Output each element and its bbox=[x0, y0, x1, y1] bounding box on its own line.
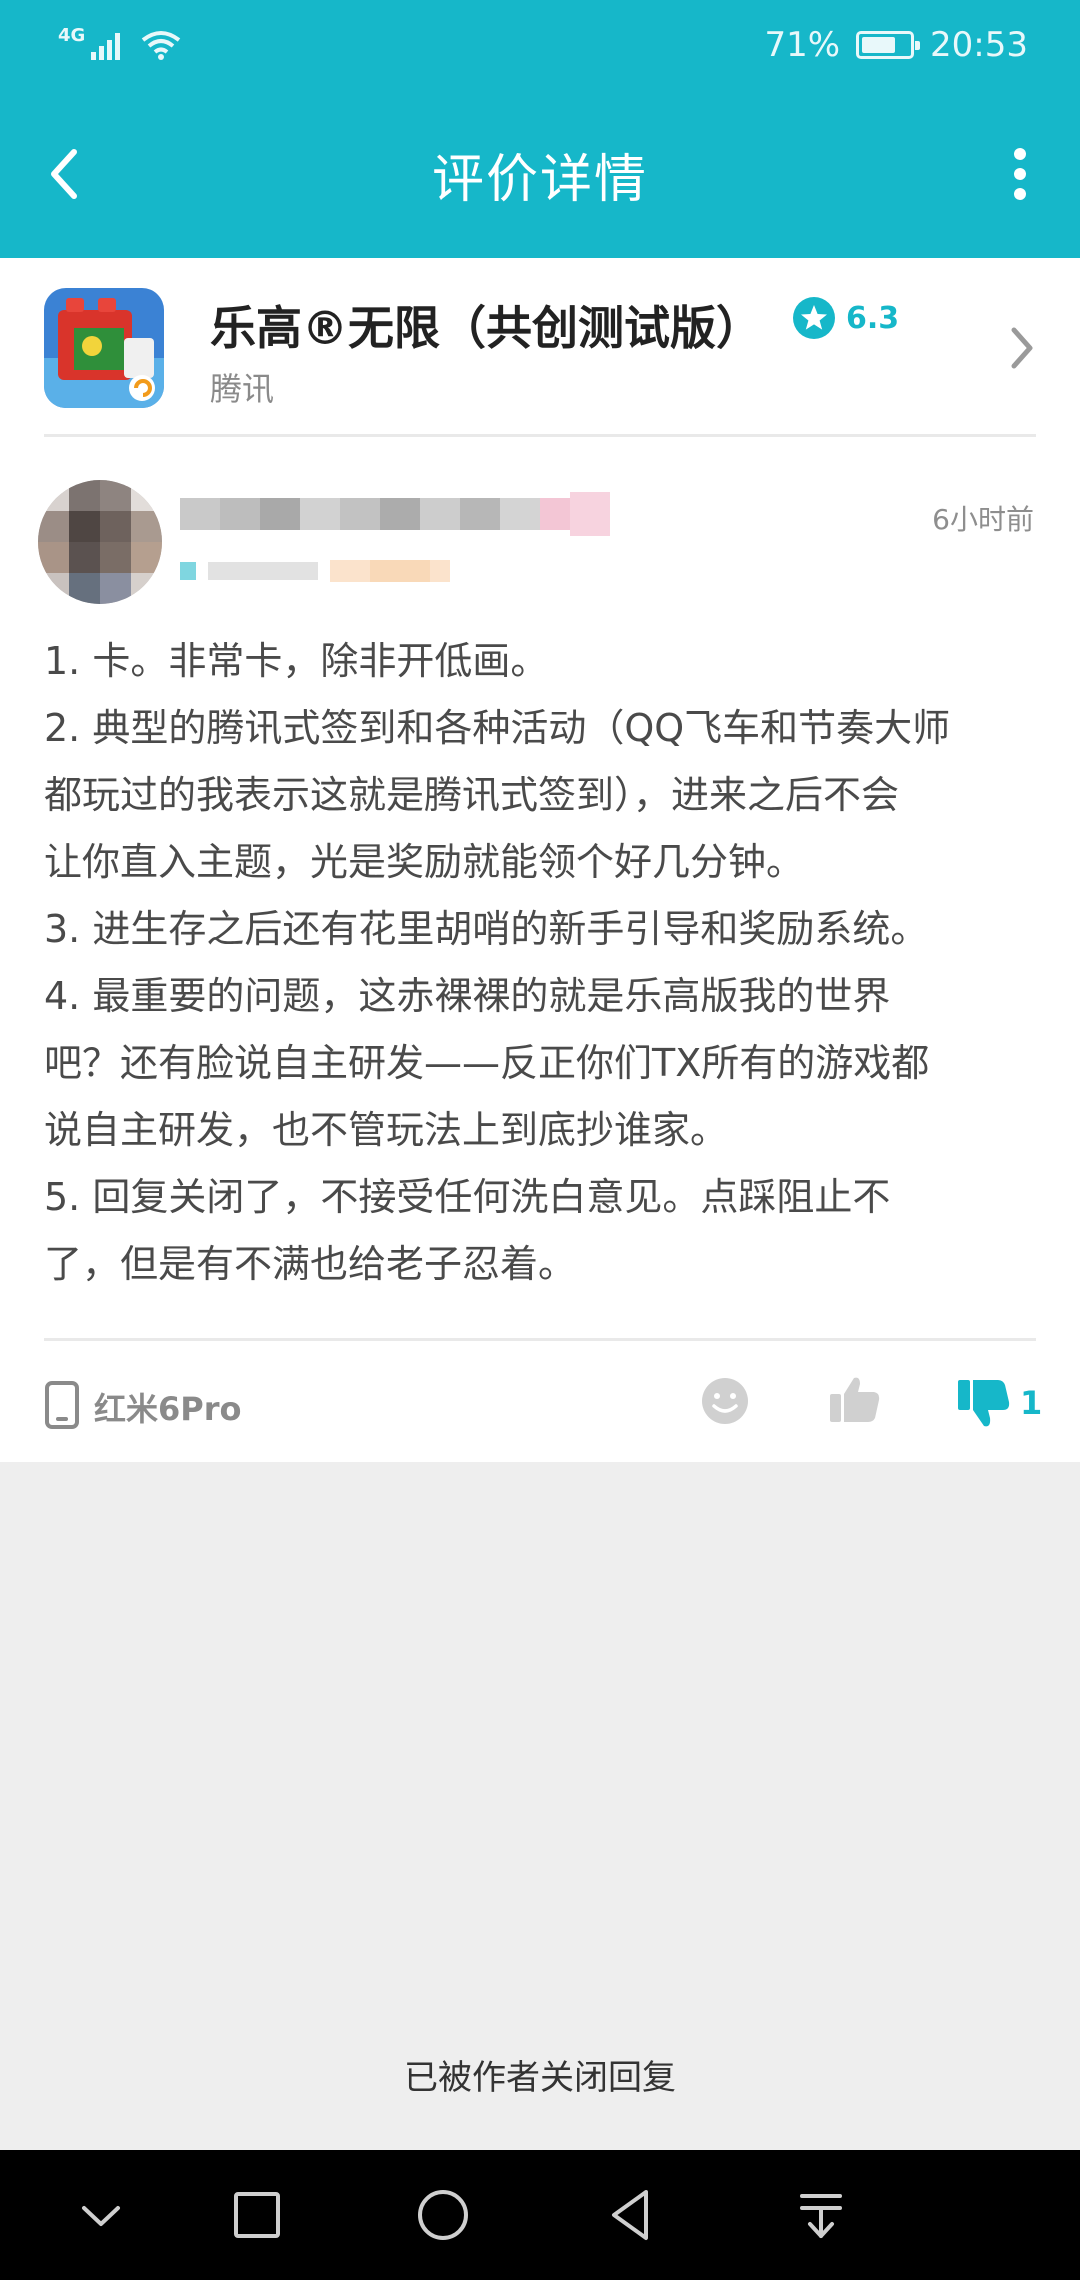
dislike-count: 1 bbox=[1020, 1384, 1043, 1422]
clock: 20:53 bbox=[930, 25, 1028, 65]
replies-closed-notice: 已被作者关闭回复 bbox=[404, 2058, 676, 2098]
status-right: 71% 20:53 bbox=[764, 25, 1028, 65]
review-line: 3. 进生存之后还有花里胡哨的新手引导和奖励系统。 bbox=[44, 907, 929, 951]
review-body: 1. 卡。非常卡，除非开低画。 2. 典型的腾讯式签到和各种活动（QQ飞车和节奏… bbox=[44, 628, 1044, 1298]
thumbs-down-icon[interactable] bbox=[956, 1376, 1012, 1432]
phone-icon bbox=[45, 1381, 79, 1429]
more-vertical-icon[interactable] bbox=[990, 138, 1050, 208]
reviewer-meta-blurred bbox=[180, 560, 450, 582]
back-icon[interactable] bbox=[596, 2180, 666, 2250]
system-nav-bar bbox=[0, 2150, 1080, 2280]
thumbs-up-icon[interactable] bbox=[828, 1372, 882, 1426]
review-card: 乐高®无限（共创测试版） 6.3 腾讯 6小时前 1. 卡。非常卡，除非开低画。… bbox=[0, 258, 1080, 1462]
recent-apps-icon[interactable] bbox=[222, 2180, 292, 2250]
review-line: 5. 回复关闭了，不接受任何洗白意见。点踩阻止不 bbox=[44, 1175, 891, 1219]
review-line: 了，但是有不满也给老子忍着。 bbox=[44, 1242, 577, 1286]
app-rating: 6.3 bbox=[792, 296, 899, 340]
status-bar: 4G 71% 20:53 bbox=[0, 0, 1080, 90]
page-title: 评价详情 bbox=[431, 149, 648, 210]
title-bar: 评价详情 bbox=[0, 90, 1080, 258]
home-icon[interactable] bbox=[408, 2180, 478, 2250]
divider bbox=[44, 434, 1036, 437]
device-name: 红米6Pro bbox=[94, 1390, 242, 1428]
signal-icon bbox=[91, 33, 121, 60]
divider bbox=[44, 1338, 1036, 1341]
emoji-icon[interactable] bbox=[700, 1376, 750, 1426]
review-line: 1. 卡。非常卡，除非开低画。 bbox=[44, 639, 549, 683]
review-timestamp: 6小时前 bbox=[932, 503, 1034, 536]
app-name: 乐高®无限（共创测试版） bbox=[210, 301, 762, 355]
network-type: 4G bbox=[58, 24, 86, 46]
app-icon[interactable] bbox=[44, 288, 164, 408]
chevron-down-icon[interactable] bbox=[66, 2180, 136, 2250]
avatar[interactable] bbox=[38, 480, 162, 604]
review-line: 说自主研发，也不管玩法上到底抄谁家。 bbox=[44, 1108, 729, 1152]
app-info-row[interactable]: 乐高®无限（共创测试版） 6.3 腾讯 bbox=[0, 258, 1080, 436]
review-line: 吧？还有脸说自主研发——反正你们TX所有的游戏都 bbox=[44, 1041, 930, 1085]
review-line: 让你直入主题，光是奖励就能领个好几分钟。 bbox=[44, 840, 805, 884]
chevron-right-icon[interactable] bbox=[1002, 320, 1042, 376]
wifi-icon bbox=[142, 31, 181, 60]
battery-percent: 71% bbox=[764, 25, 841, 65]
battery-level bbox=[862, 37, 895, 53]
notification-pull-icon[interactable] bbox=[786, 2180, 856, 2250]
rating-value: 6.3 bbox=[846, 300, 900, 336]
app-developer: 腾讯 bbox=[210, 370, 275, 408]
review-line: 都玩过的我表示这就是腾讯式签到），进来之后不会 bbox=[44, 773, 900, 817]
chevron-left-icon[interactable] bbox=[38, 138, 98, 208]
status-left: 4G bbox=[58, 25, 181, 60]
reviewer-name-blurred bbox=[180, 492, 610, 536]
review-line: 4. 最重要的问题，这赤裸裸的就是乐高版我的世界 bbox=[44, 974, 891, 1018]
review-line: 2. 典型的腾讯式签到和各种活动（QQ飞车和节奏大师 bbox=[44, 706, 951, 750]
battery-icon bbox=[856, 31, 921, 59]
star-icon bbox=[793, 297, 835, 339]
